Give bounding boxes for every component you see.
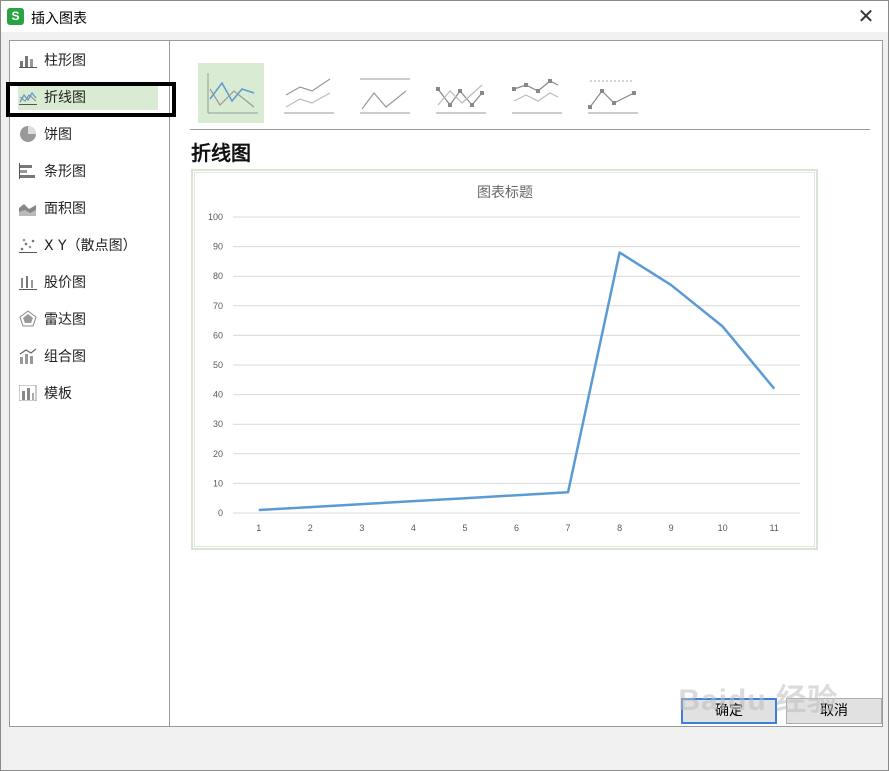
- chart-preview-inner: 图表标题 0 10 20 30 40 50 60 70 80 90 100 1 2 3 4 5 6 7 8 9 10 1…: [194, 172, 815, 547]
- y-tick-label: 70: [213, 301, 223, 311]
- close-icon[interactable]: ✕: [854, 4, 878, 28]
- sidebar-item-label: 饼图: [44, 127, 72, 143]
- sidebar-item-template[interactable]: 模板: [18, 380, 158, 406]
- stacked-line-markers-icon: [512, 79, 562, 114]
- y-tick-label: 20: [213, 449, 223, 459]
- sidebar-item-pie[interactable]: 饼图: [18, 121, 158, 147]
- chart-type-heading: 折线图: [191, 141, 251, 165]
- x-tick-label: 11: [770, 523, 779, 533]
- dialog-content: 柱形图 折线图 饼图 条形图 面积图 X Y（散点图） 股价图 雷达图 组合图 …: [6, 40, 883, 727]
- bar-chart-icon: [18, 162, 38, 180]
- line-subtype-icon: [207, 73, 258, 114]
- sidebar-item-combo[interactable]: 组合图: [18, 343, 158, 369]
- section-divider: [190, 129, 870, 130]
- percent-stacked-line-icon: [360, 78, 410, 114]
- x-tick-label: 5: [462, 523, 467, 533]
- percent-stacked-line-markers-icon: [588, 80, 638, 114]
- sidebar-item-label: 条形图: [44, 164, 86, 180]
- x-tick-label: 1: [256, 523, 261, 533]
- stock-chart-icon: [18, 273, 38, 291]
- subtype-stacked-line[interactable]: [274, 63, 340, 123]
- highlight-annotation-box: [6, 82, 176, 117]
- y-tick-label: 60: [213, 330, 223, 340]
- combo-chart-icon: [18, 347, 38, 365]
- x-tick-label: 7: [566, 523, 571, 533]
- sidebar-item-stock[interactable]: 股价图: [18, 269, 158, 295]
- baidu-watermark: Baidu 经验: [678, 684, 838, 717]
- x-tick-label: 10: [718, 523, 728, 533]
- sidebar-item-label: 面积图: [44, 201, 86, 217]
- y-tick-label: 10: [213, 478, 223, 488]
- chart-title: 图表标题: [477, 184, 533, 200]
- title-bar: S 插入图表 ✕: [1, 1, 888, 32]
- subtype-percent-stacked-line[interactable]: [350, 63, 416, 123]
- radar-chart-icon: [18, 310, 38, 328]
- dialog-title: 插入图表: [31, 11, 87, 27]
- scatter-chart-icon: [18, 236, 38, 254]
- insert-chart-dialog: S 插入图表 ✕ 柱形图 折线图 饼图 条形图 面积图 X Y（散点图） 股价图…: [0, 0, 889, 771]
- chart-preview: 图表标题 0 10 20 30 40 50 60 70 80 90 100 1 2 3 4 5 6 7 8 9 10 1…: [191, 169, 818, 550]
- line-markers-icon: [436, 84, 486, 114]
- x-tick-label: 6: [514, 523, 519, 533]
- x-tick-label: 2: [308, 523, 313, 533]
- stacked-line-icon: [284, 78, 334, 114]
- y-tick-label: 90: [213, 242, 223, 252]
- template-icon: [18, 384, 38, 402]
- sidebar-item-label: 组合图: [44, 349, 86, 365]
- subtype-line[interactable]: [198, 63, 264, 123]
- pie-chart-icon: [18, 125, 38, 143]
- sidebar-item-scatter[interactable]: X Y（散点图）: [18, 232, 158, 258]
- x-tick-label: 9: [669, 523, 674, 533]
- subtype-line-markers[interactable]: [426, 63, 492, 123]
- y-tick-label: 100: [208, 212, 223, 222]
- sidebar-item-label: X Y（散点图）: [44, 238, 137, 254]
- sidebar-item-column[interactable]: 柱形图: [18, 47, 158, 73]
- sidebar-item-label: 雷达图: [44, 312, 86, 328]
- sidebar-item-radar[interactable]: 雷达图: [18, 306, 158, 332]
- wps-app-icon: S: [7, 8, 24, 25]
- area-chart-icon: [18, 199, 38, 217]
- y-tick-label: 50: [213, 360, 223, 370]
- sidebar-item-label: 柱形图: [44, 53, 86, 69]
- subtype-percent-stacked-line-markers[interactable]: [578, 63, 644, 123]
- x-tick-label: 3: [359, 523, 364, 533]
- column-chart-icon: [18, 51, 38, 69]
- sidebar-item-bar[interactable]: 条形图: [18, 158, 158, 184]
- chart-type-sidebar: 柱形图 折线图 饼图 条形图 面积图 X Y（散点图） 股价图 雷达图 组合图 …: [6, 41, 176, 726]
- y-tick-label: 0: [218, 508, 223, 518]
- series-line-0: [258, 251, 776, 512]
- sidebar-item-label: 股价图: [44, 275, 86, 291]
- sidebar-item-area[interactable]: 面积图: [18, 195, 158, 221]
- sidebar-item-label: 模板: [44, 386, 72, 402]
- subtype-stacked-line-markers[interactable]: [502, 63, 568, 123]
- x-tick-label: 4: [411, 523, 416, 533]
- y-tick-label: 30: [213, 419, 223, 429]
- y-tick-label: 40: [213, 390, 223, 400]
- y-tick-label: 80: [213, 271, 223, 281]
- line-chart-preview: 图表标题 0 10 20 30 40 50 60 70 80 90 100 1 2 3 4 5 6 7 8 9 10 1…: [208, 184, 800, 533]
- x-tick-label: 8: [617, 523, 622, 533]
